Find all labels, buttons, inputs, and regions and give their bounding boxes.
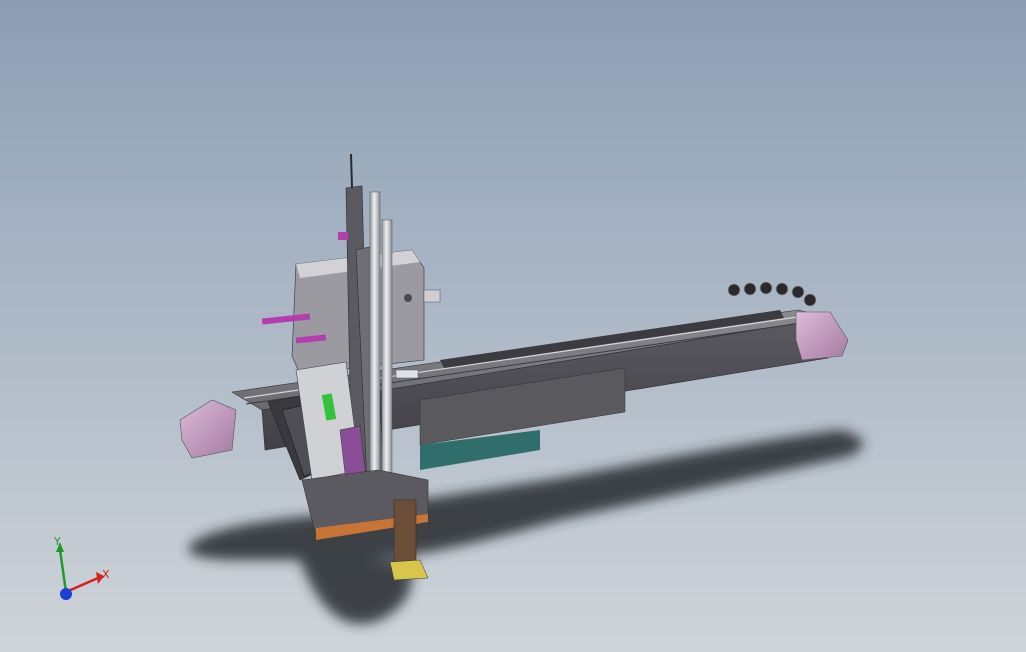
y-axis-label: Y [54,535,61,548]
coordinate-axes-triad-icon [56,542,104,600]
gantry-robot-model[interactable] [0,0,1026,652]
x-axis-label: X [102,568,110,581]
right-end-cap [795,311,849,361]
z-axis-dot [60,588,72,600]
left-end-cap [179,399,237,459]
x-axis-line [65,576,99,594]
model-shadow [188,430,863,624]
y-axis-line [58,549,68,593]
cad-graphics-viewport[interactable]: Y X [0,0,1026,652]
